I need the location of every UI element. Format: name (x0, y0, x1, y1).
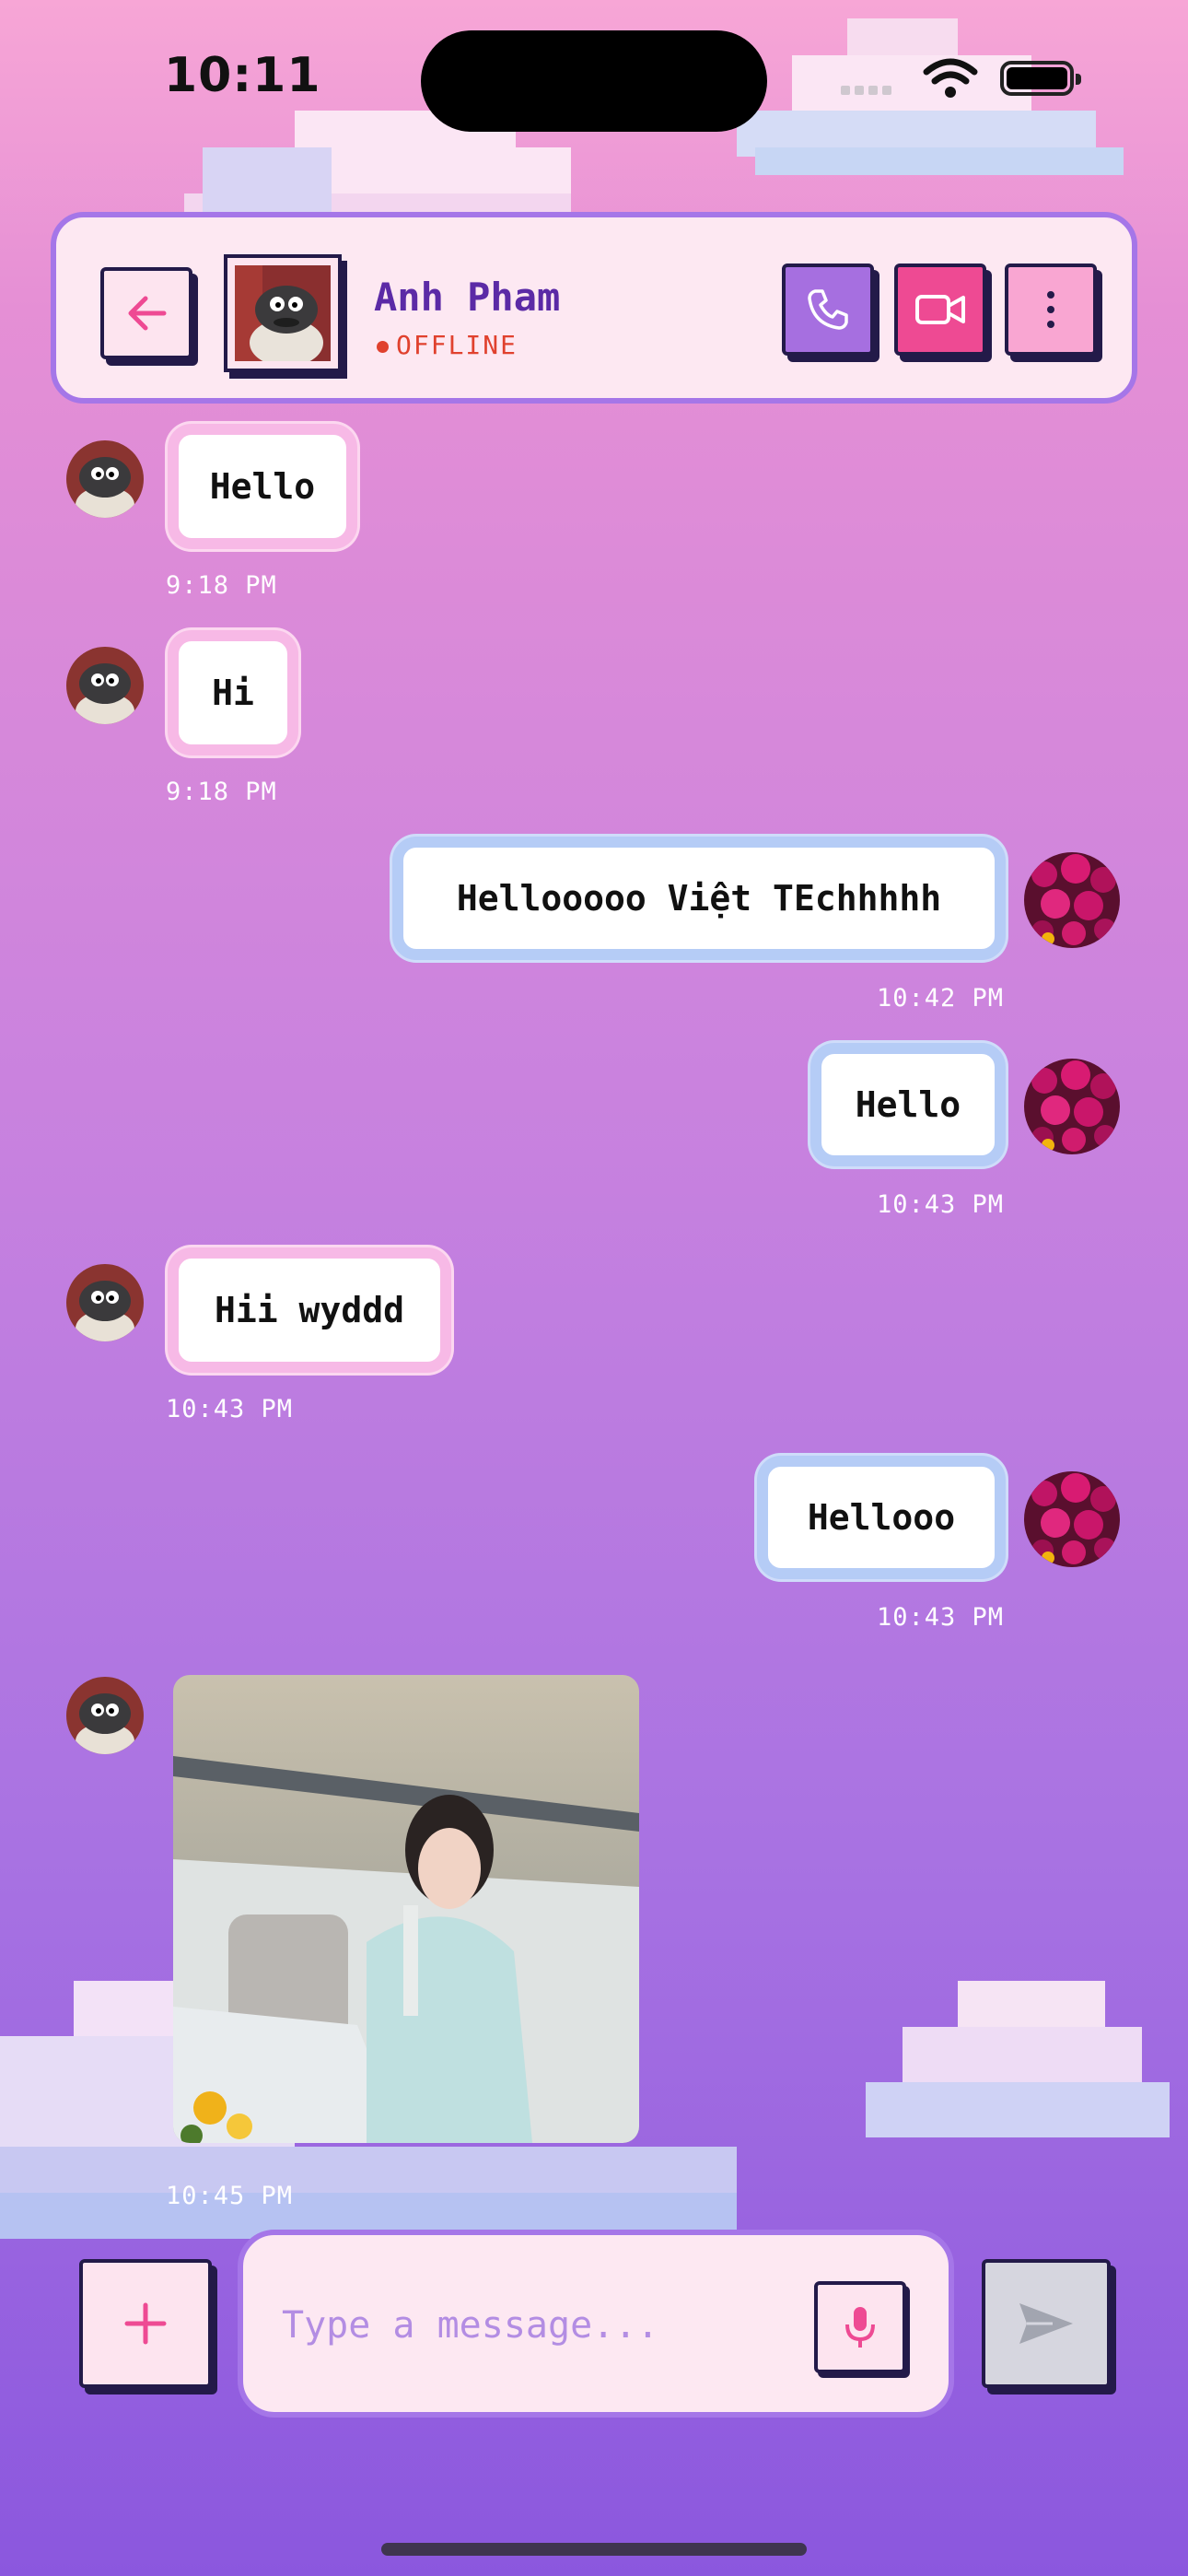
send-button[interactable] (982, 2259, 1111, 2388)
wifi-icon (923, 57, 978, 103)
message-text: Hellooo (807, 1497, 956, 1538)
back-button[interactable] (100, 267, 192, 359)
message-bubble-outgoing[interactable]: Hello (810, 1043, 1006, 1166)
message-time: 9:18 PM (166, 571, 277, 600)
contact-name: Anh Pham (374, 275, 561, 320)
send-icon (1019, 2303, 1073, 2344)
sender-avatar[interactable] (66, 1264, 144, 1341)
voice-message-button[interactable] (814, 2281, 906, 2373)
status-time: 10:11 (164, 48, 321, 103)
message-time: 9:18 PM (166, 778, 277, 806)
message-text: Hellooooo Việt TEchhhhh (456, 878, 942, 919)
more-vertical-icon (1047, 291, 1054, 328)
microphone-icon (845, 2307, 875, 2348)
message-bubble-incoming[interactable]: Hii wyddd (168, 1247, 451, 1373)
contact-status: OFFLINE (377, 330, 518, 360)
message-text: Hello (855, 1084, 961, 1125)
image-message[interactable] (173, 1675, 639, 2143)
user-avatar[interactable] (1024, 1471, 1120, 1567)
video-camera-icon (915, 295, 965, 324)
offline-dot-icon (377, 340, 389, 353)
video-call-button[interactable] (894, 263, 986, 356)
message-text: Hello (209, 466, 316, 507)
back-arrow-icon (128, 296, 167, 331)
message-time: 10:45 PM (166, 2182, 294, 2210)
message-time: 10:43 PM (877, 1603, 1005, 1632)
dynamic-island (421, 30, 767, 132)
message-bubble-outgoing[interactable]: Hellooo (757, 1456, 1006, 1579)
add-attachment-button[interactable] (79, 2259, 212, 2388)
status-label: OFFLINE (396, 330, 518, 360)
contact-avatar[interactable] (224, 254, 342, 372)
message-bubble-outgoing[interactable]: Hellooooo Việt TEchhhhh (392, 837, 1006, 960)
message-bubble-incoming[interactable]: Hello (168, 424, 357, 549)
more-options-button[interactable] (1005, 263, 1097, 356)
cellular-signal-icon (841, 81, 896, 99)
message-time: 10:43 PM (877, 1190, 1005, 1219)
message-text: Hi (212, 673, 254, 713)
sender-avatar[interactable] (66, 1677, 144, 1754)
user-avatar[interactable] (1024, 852, 1120, 948)
message-composer (238, 2230, 954, 2418)
user-avatar[interactable] (1024, 1059, 1120, 1154)
sender-avatar[interactable] (66, 440, 144, 518)
plus-icon (124, 2302, 167, 2345)
phone-icon (808, 289, 848, 330)
call-button[interactable] (782, 263, 874, 356)
home-indicator[interactable] (381, 2543, 807, 2556)
message-text: Hii wyddd (215, 1290, 404, 1330)
message-input[interactable] (280, 2290, 818, 2360)
battery-icon (1000, 61, 1081, 96)
chat-header: Anh Pham OFFLINE (51, 212, 1137, 404)
sender-avatar[interactable] (66, 647, 144, 724)
message-bubble-incoming[interactable]: Hi (168, 630, 298, 755)
message-time: 10:43 PM (166, 1395, 294, 1423)
message-time: 10:42 PM (877, 984, 1005, 1013)
